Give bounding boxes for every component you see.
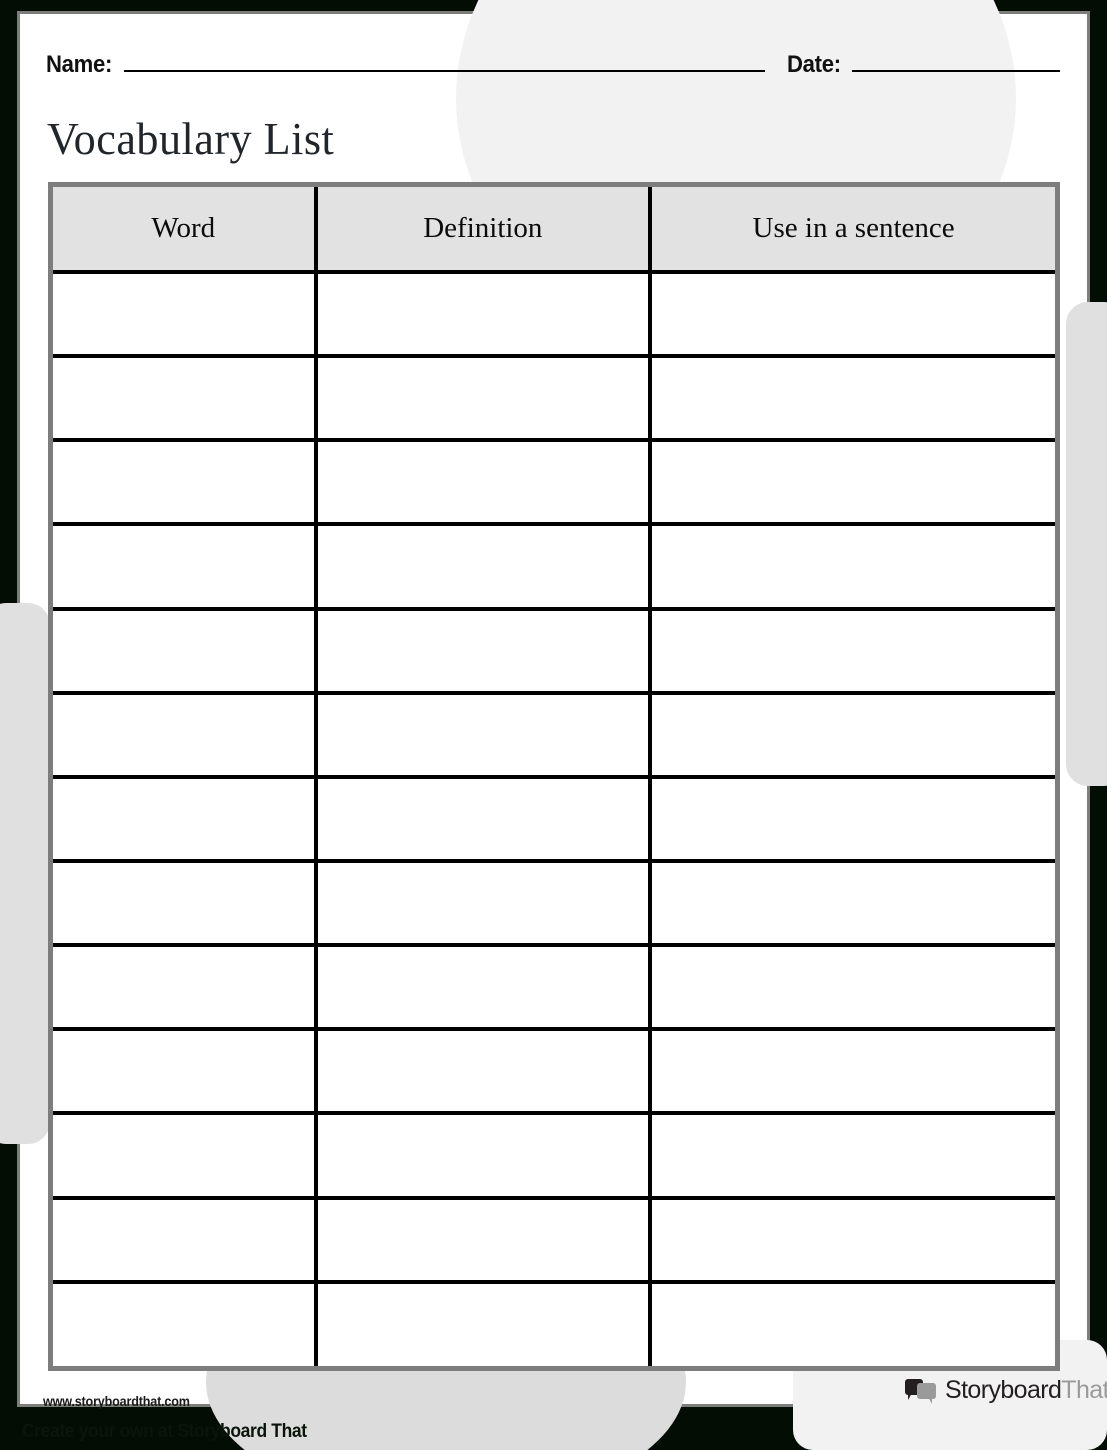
- table-cell[interactable]: [313, 943, 653, 1032]
- table-cell[interactable]: [53, 1027, 318, 1116]
- table-cell[interactable]: [313, 606, 653, 695]
- brand-secondary-text: That: [1061, 1376, 1107, 1404]
- table-cell[interactable]: [313, 774, 653, 863]
- table-row: [53, 1279, 1055, 1366]
- table-cell[interactable]: [313, 354, 653, 443]
- table-row: [53, 354, 1055, 443]
- table-row: [53, 943, 1055, 1032]
- table-cell[interactable]: [53, 522, 318, 611]
- decorative-tab-right: [1066, 302, 1107, 786]
- table-row: [53, 269, 1055, 359]
- table-cell[interactable]: [53, 774, 318, 863]
- table-cell[interactable]: [313, 858, 653, 948]
- table-cell[interactable]: [313, 690, 653, 779]
- column-header-sentence: Use in a sentence: [648, 187, 1055, 274]
- speech-bubbles-icon: [905, 1378, 937, 1404]
- date-input-line[interactable]: [852, 48, 1060, 72]
- table-header-row: Word Definition Use in a sentence: [53, 187, 1055, 274]
- table-cell[interactable]: [648, 1111, 1055, 1200]
- vocabulary-table: Word Definition Use in a sentence: [53, 187, 1055, 1366]
- table-cell[interactable]: [53, 690, 318, 779]
- table-row: [53, 438, 1055, 527]
- table-row: [53, 690, 1055, 779]
- table-row: [53, 858, 1055, 948]
- table-row: [53, 1111, 1055, 1200]
- brand-primary-text: Storyboard: [945, 1376, 1062, 1404]
- table-row: [53, 774, 1055, 863]
- table-cell[interactable]: [53, 858, 318, 948]
- table-cell[interactable]: [313, 269, 653, 359]
- footer-url[interactable]: www.storyboardthat.com: [43, 1393, 190, 1409]
- table-row: [53, 522, 1055, 611]
- table-cell[interactable]: [313, 1111, 653, 1200]
- table-cell[interactable]: [53, 354, 318, 443]
- table-cell[interactable]: [53, 1279, 318, 1366]
- table-cell[interactable]: [53, 606, 318, 695]
- column-header-word: Word: [53, 187, 318, 274]
- table-cell[interactable]: [53, 438, 318, 527]
- table-cell[interactable]: [53, 943, 318, 1032]
- tagline: Create your own at Storyboard That: [22, 1421, 307, 1442]
- column-header-definition: Definition: [313, 187, 653, 274]
- table-cell[interactable]: [648, 354, 1055, 443]
- name-label: Name:: [46, 51, 113, 78]
- table-row: [53, 1027, 1055, 1116]
- table-cell[interactable]: [648, 774, 1055, 863]
- brand-wordmark: StoryboardThat: [945, 1378, 1107, 1403]
- name-input-line[interactable]: [123, 48, 766, 72]
- worksheet-page: Name: Date: Vocabulary List Word Definit…: [0, 0, 1107, 1450]
- table-cell[interactable]: [648, 438, 1055, 527]
- table-row: [53, 606, 1055, 695]
- table-cell[interactable]: [648, 1027, 1055, 1116]
- table-cell[interactable]: [648, 1195, 1055, 1284]
- table-cell[interactable]: [648, 858, 1055, 948]
- storyboardthat-logo[interactable]: StoryboardThat: [905, 1378, 1107, 1404]
- table-cell[interactable]: [313, 1279, 653, 1366]
- name-date-row: Name: Date:: [46, 48, 1060, 79]
- table-cell[interactable]: [313, 1195, 653, 1284]
- table-cell[interactable]: [53, 1111, 318, 1200]
- table-cell[interactable]: [648, 690, 1055, 779]
- table-cell[interactable]: [313, 438, 653, 527]
- decorative-tab-left: [0, 603, 50, 1144]
- table-body: [53, 269, 1055, 1366]
- table-row: [53, 1195, 1055, 1284]
- table-cell[interactable]: [53, 269, 318, 359]
- table-cell[interactable]: [648, 606, 1055, 695]
- table-cell[interactable]: [648, 1279, 1055, 1366]
- table-cell[interactable]: [53, 1195, 318, 1284]
- table-header: Word Definition Use in a sentence: [53, 187, 1055, 274]
- table-cell[interactable]: [313, 1027, 653, 1116]
- table-cell[interactable]: [648, 269, 1055, 359]
- page-title: Vocabulary List: [47, 113, 335, 164]
- table-cell[interactable]: [313, 522, 653, 611]
- date-label: Date:: [787, 51, 842, 78]
- table-cell[interactable]: [648, 522, 1055, 611]
- vocabulary-table-container: Word Definition Use in a sentence: [48, 182, 1060, 1371]
- table-cell[interactable]: [648, 943, 1055, 1032]
